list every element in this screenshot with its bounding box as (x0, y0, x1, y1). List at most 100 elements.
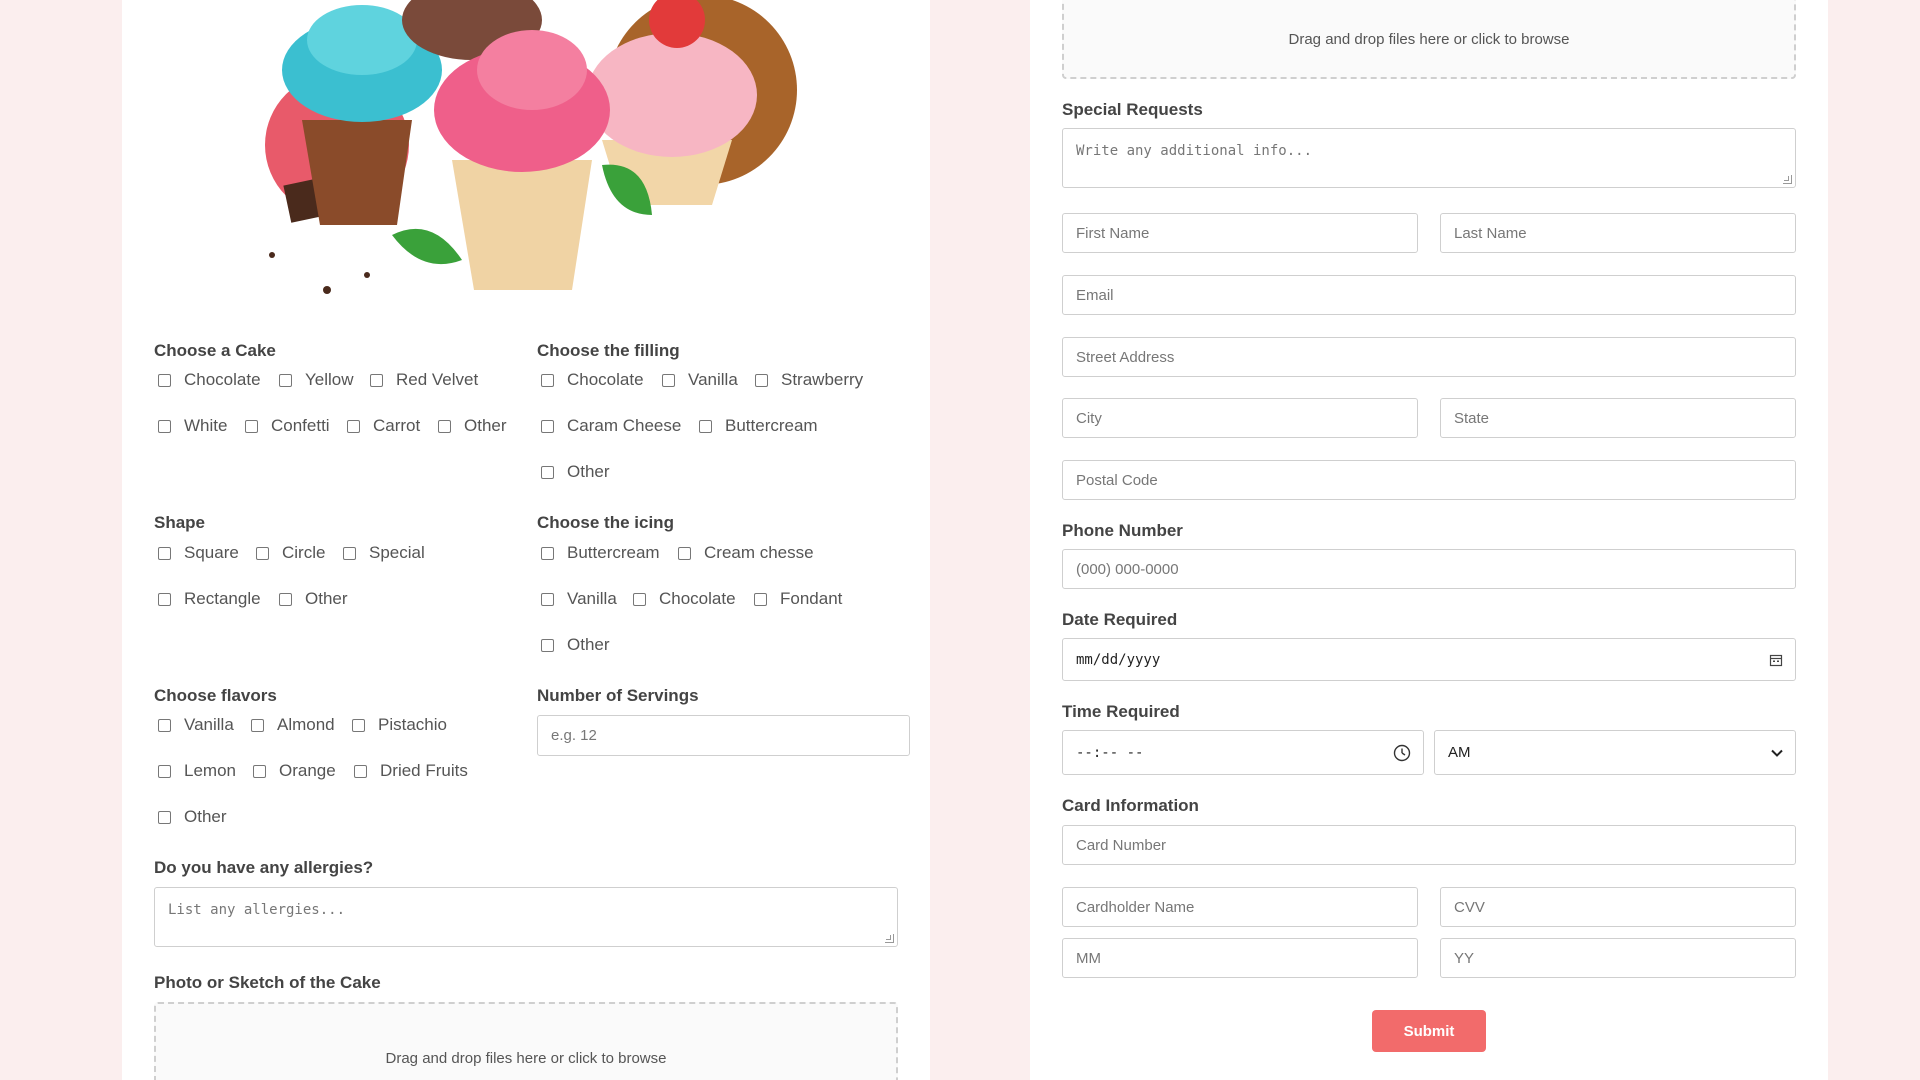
icing-option-cream-chesse[interactable]: Cream chesse (678, 543, 814, 563)
cake-option-yellow[interactable]: Yellow (279, 370, 354, 390)
flavor-option-lemon[interactable]: Lemon (158, 761, 236, 781)
flavor-option-pistachio[interactable]: Pistachio (352, 715, 447, 735)
last-name-input[interactable]: Last Name (1440, 213, 1796, 253)
icing-option-fondant[interactable]: Fondant (754, 589, 842, 609)
shape-option-circle[interactable]: Circle (256, 543, 325, 563)
checkbox[interactable] (662, 373, 675, 387)
checkbox[interactable] (754, 592, 767, 606)
option-label: Yellow (305, 370, 354, 389)
checkbox[interactable] (541, 546, 554, 560)
shape-option-rectangle[interactable]: Rectangle (158, 589, 261, 609)
upload-dropzone[interactable]: Drag and drop files here or click to bro… (1062, 0, 1796, 79)
checkbox[interactable] (370, 373, 383, 387)
checkbox[interactable] (678, 546, 691, 560)
checkbox[interactable] (541, 638, 554, 652)
time-required-label: Time Required (1062, 702, 1180, 721)
checkbox[interactable] (541, 592, 554, 606)
filling-option-chocolate[interactable]: Chocolate (541, 370, 644, 390)
first-name-input[interactable]: First Name (1062, 213, 1418, 253)
filling-option-buttercream[interactable]: Buttercream (699, 416, 818, 436)
shape-option-special[interactable]: Special (343, 543, 425, 563)
filling-option-vanilla[interactable]: Vanilla (662, 370, 738, 390)
checkbox[interactable] (251, 718, 264, 732)
icing-option-vanilla[interactable]: Vanilla (541, 589, 617, 609)
clock-icon[interactable] (1393, 744, 1411, 762)
checkbox[interactable] (343, 546, 356, 560)
postal-code-input[interactable]: Postal Code (1062, 460, 1796, 500)
option-label: Special (369, 543, 425, 562)
checkbox[interactable] (699, 419, 712, 433)
checkbox[interactable] (158, 810, 171, 824)
resize-handle[interactable] (885, 934, 894, 943)
mm-placeholder: MM (1076, 949, 1101, 967)
checkbox[interactable] (541, 373, 554, 387)
time-input[interactable]: --:-- -- (1062, 730, 1424, 775)
filling-option-other[interactable]: Other (541, 462, 610, 482)
checkbox[interactable] (256, 546, 269, 560)
flavor-option-dried-fruits[interactable]: Dried Fruits (354, 761, 468, 781)
phone-input[interactable]: (000) 000-0000 (1062, 549, 1796, 589)
checkbox[interactable] (541, 465, 554, 479)
icing-option-buttercream[interactable]: Buttercream (541, 543, 660, 563)
checkbox[interactable] (158, 718, 171, 732)
checkbox[interactable] (347, 419, 360, 433)
expiry-year-input[interactable]: YY (1440, 938, 1796, 978)
checkbox[interactable] (158, 419, 171, 433)
cake-option-carrot[interactable]: Carrot (347, 416, 420, 436)
checkbox[interactable] (438, 419, 451, 433)
checkbox[interactable] (158, 764, 171, 778)
filling-option-strawberry[interactable]: Strawberry (755, 370, 863, 390)
cake-option-chocolate[interactable]: Chocolate (158, 370, 261, 390)
street-address-input[interactable]: Street Address (1062, 337, 1796, 377)
cake-option-white[interactable]: White (158, 416, 227, 436)
cvv-input[interactable]: CVV (1440, 887, 1796, 927)
flavor-option-almond[interactable]: Almond (251, 715, 335, 735)
cardholder-name-input[interactable]: Cardholder Name (1062, 887, 1418, 927)
order-form-left-card: Choose a Cake Chocolate Yellow Red Velve… (122, 0, 930, 1080)
option-label: Orange (279, 761, 336, 780)
cake-option-confetti[interactable]: Confetti (245, 416, 330, 436)
email-input[interactable]: Email (1062, 275, 1796, 315)
checkbox[interactable] (755, 373, 768, 387)
checkbox[interactable] (633, 592, 646, 606)
expiry-month-input[interactable]: MM (1062, 938, 1418, 978)
photo-label: Photo or Sketch of the Cake (154, 973, 381, 992)
flavor-option-vanilla[interactable]: Vanilla (158, 715, 234, 735)
checkbox[interactable] (279, 373, 292, 387)
photo-dropzone[interactable]: Drag and drop files here or click to bro… (154, 1002, 898, 1080)
icing-option-other[interactable]: Other (541, 635, 610, 655)
option-label: Chocolate (567, 370, 644, 389)
date-input[interactable]: mm/dd/yyyy (1062, 638, 1796, 681)
shape-option-square[interactable]: Square (158, 543, 239, 563)
cardholder-placeholder: Cardholder Name (1076, 898, 1195, 916)
checkbox[interactable] (158, 546, 171, 560)
icing-option-chocolate[interactable]: Chocolate (633, 589, 736, 609)
servings-input[interactable]: e.g. 12 (537, 715, 910, 756)
checkbox[interactable] (279, 592, 292, 606)
servings-placeholder: e.g. 12 (551, 727, 597, 744)
shape-option-other[interactable]: Other (279, 589, 348, 609)
allergies-textarea[interactable]: List any allergies... (154, 887, 898, 947)
cake-option-other[interactable]: Other (438, 416, 507, 436)
resize-handle[interactable] (1783, 175, 1792, 184)
state-input[interactable]: State (1440, 398, 1796, 438)
option-label: Other (305, 589, 348, 608)
checkbox[interactable] (245, 419, 258, 433)
ampm-select[interactable]: AM (1434, 730, 1796, 775)
special-requests-textarea[interactable]: Write any additional info... (1062, 128, 1796, 188)
checkbox[interactable] (253, 764, 266, 778)
checkbox[interactable] (158, 373, 171, 387)
flavor-option-orange[interactable]: Orange (253, 761, 336, 781)
checkbox[interactable] (354, 764, 367, 778)
flavor-option-other[interactable]: Other (158, 807, 227, 827)
cake-option-red-velvet[interactable]: Red Velvet (370, 370, 478, 390)
filling-option-caram-cheese[interactable]: Caram Cheese (541, 416, 681, 436)
option-label: Square (184, 543, 239, 562)
submit-button[interactable]: Submit (1372, 1010, 1486, 1052)
checkbox[interactable] (352, 718, 365, 732)
calendar-icon[interactable] (1769, 653, 1783, 667)
card-number-input[interactable]: Card Number (1062, 825, 1796, 865)
checkbox[interactable] (158, 592, 171, 606)
checkbox[interactable] (541, 419, 554, 433)
city-input[interactable]: City (1062, 398, 1418, 438)
